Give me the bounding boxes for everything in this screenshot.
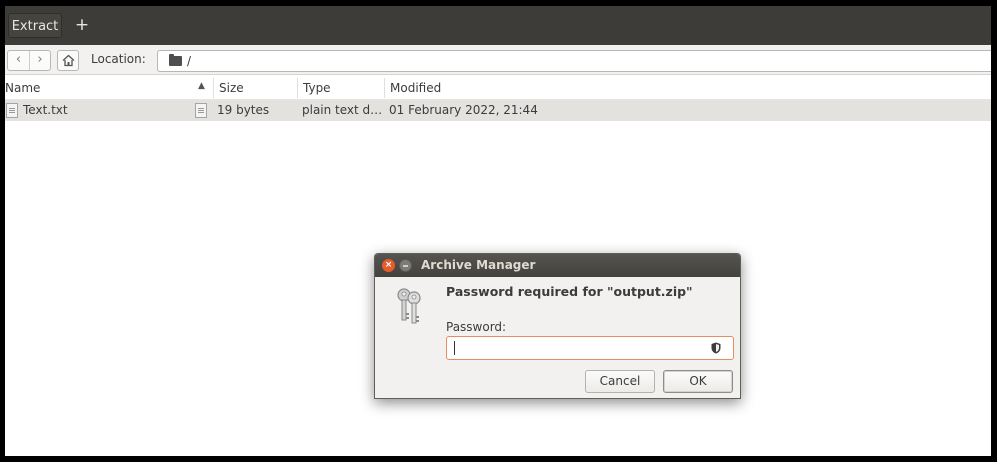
header-bar: Extract + (5, 6, 991, 45)
add-files-button[interactable]: + (69, 13, 95, 38)
navigation-buttons: ‹ › (7, 50, 51, 71)
home-button[interactable] (57, 50, 79, 71)
table-row[interactable]: Text.txt 19 bytes plain text d… 01 Febru… (5, 100, 991, 121)
ok-button[interactable]: OK (663, 370, 733, 393)
dialog-heading: Password required for "output.zip" (446, 284, 693, 299)
column-header-name[interactable]: Name (5, 81, 40, 95)
extract-button[interactable]: Extract (8, 13, 62, 38)
minimize-button[interactable] (399, 259, 412, 272)
password-field[interactable] (446, 336, 734, 360)
location-path: / (187, 54, 192, 68)
column-header-type[interactable]: Type (303, 81, 331, 95)
column-divider (297, 78, 298, 98)
dialog-titlebar: × Archive Manager (375, 254, 740, 277)
text-file-icon (6, 103, 18, 118)
folder-icon (169, 54, 182, 66)
file-modified: 01 February 2022, 21:44 (389, 103, 538, 117)
home-icon (62, 54, 75, 67)
password-label: Password: (446, 320, 507, 334)
dialog-title: Archive Manager (421, 258, 536, 272)
keys-icon (397, 288, 421, 324)
file-name: Text.txt (23, 103, 68, 117)
peek-password-icon[interactable] (711, 342, 721, 354)
column-header-modified[interactable]: Modified (390, 81, 441, 95)
file-size: 19 bytes (217, 103, 270, 117)
sort-ascending-icon: ▲ (198, 81, 205, 91)
text-file-icon (195, 103, 207, 118)
forward-button[interactable]: › (29, 51, 50, 70)
column-divider (213, 78, 214, 98)
location-label: Location: (91, 52, 146, 66)
password-dialog: × Archive Manager Password required for … (374, 253, 741, 399)
column-divider (384, 78, 385, 98)
column-header-size[interactable]: Size (219, 81, 244, 95)
cancel-button[interactable]: Cancel (585, 370, 655, 393)
file-list-header: Name ▲ Size Type Modified (5, 76, 991, 100)
file-type: plain text d… (302, 103, 383, 117)
close-button[interactable]: × (382, 259, 395, 272)
text-cursor (454, 341, 455, 355)
location-field[interactable]: / (157, 50, 991, 72)
back-button[interactable]: ‹ (8, 51, 29, 70)
location-bar: ‹ › Location: / (5, 45, 991, 75)
